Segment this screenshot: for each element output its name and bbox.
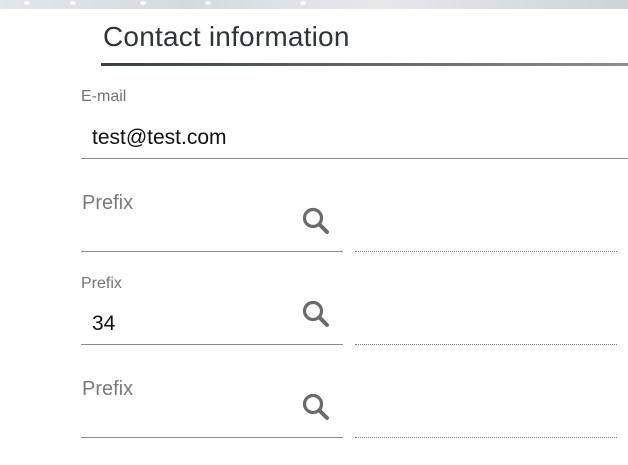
email-label: E-mail [81,88,127,105]
prefix-input-underline [81,437,343,438]
email-input[interactable]: test@test.com [92,126,227,150]
prefix-input-underline [81,344,343,345]
phone-number-input[interactable] [355,251,617,252]
prefix-input-placeholder[interactable]: Prefix [82,378,133,401]
prefix-input[interactable]: 34 [92,312,115,336]
section-title-divider [101,63,628,66]
prefix-input-underline [81,251,343,252]
header-background-strip [0,0,628,9]
prefix-input-placeholder[interactable]: Prefix [82,192,133,215]
email-input-underline [81,158,628,159]
section-title: Contact information [103,21,350,52]
search-icon[interactable] [300,298,330,328]
search-icon[interactable] [300,205,330,235]
phone-number-input[interactable] [355,344,617,345]
prefix-label: Prefix [81,275,122,292]
phone-number-input[interactable] [355,437,617,438]
search-icon[interactable] [300,391,330,421]
